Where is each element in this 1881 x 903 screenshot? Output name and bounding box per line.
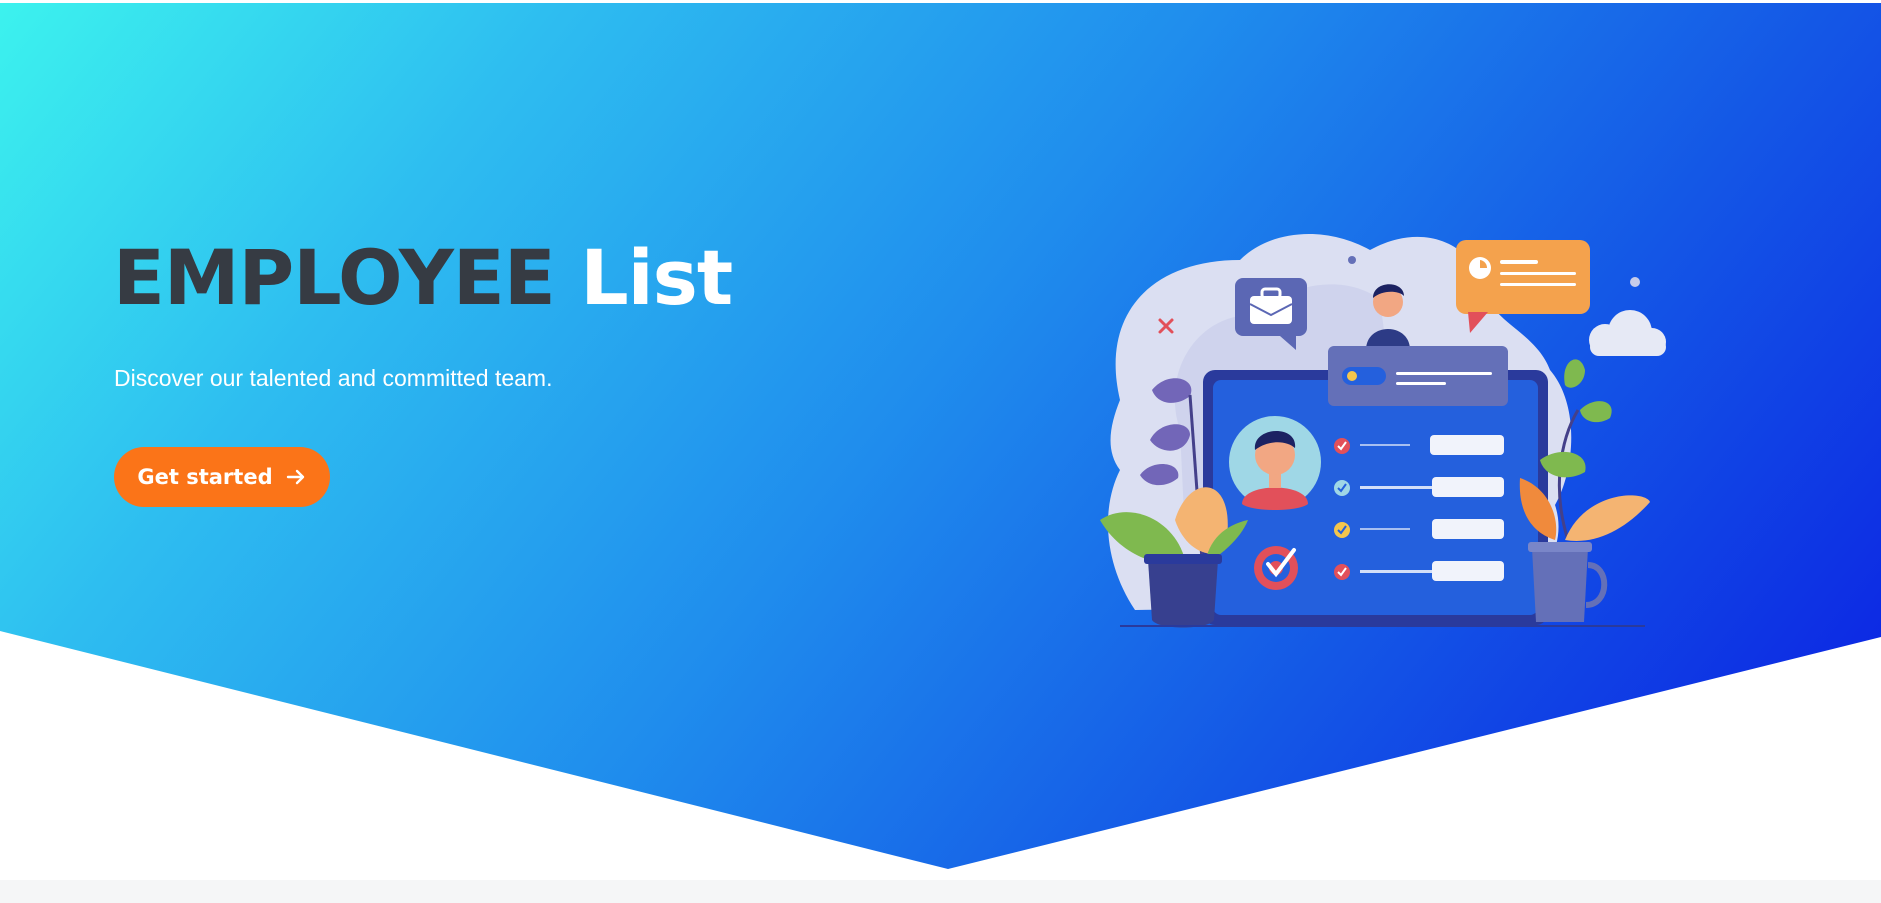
employee-illustration	[1100, 233, 1666, 628]
footer-strip	[0, 880, 1881, 903]
hero-title-strong: EMPLOYEE	[113, 233, 556, 322]
top-border	[0, 0, 1881, 3]
hero-title-light: List	[580, 233, 733, 322]
target-icon	[1254, 546, 1298, 590]
toggle-dot	[1347, 371, 1357, 381]
get-started-button[interactable]: Get started	[114, 447, 330, 507]
dot-decoration	[1348, 256, 1356, 264]
hero-title: EMPLOYEE List	[113, 228, 733, 328]
chat-bubble-icon	[1456, 240, 1590, 333]
cloud-icon	[1589, 310, 1666, 356]
header-line-2	[1396, 382, 1446, 385]
dot-decoration-small	[1630, 277, 1640, 287]
page: EMPLOYEE List Discover our talented and …	[0, 0, 1881, 903]
checkmark-icon	[1334, 438, 1350, 454]
header-line	[1396, 372, 1492, 375]
get-started-label: Get started	[137, 465, 273, 489]
hero-subtitle: Discover our talented and committed team…	[114, 365, 553, 391]
arrow-right-icon	[286, 469, 304, 485]
